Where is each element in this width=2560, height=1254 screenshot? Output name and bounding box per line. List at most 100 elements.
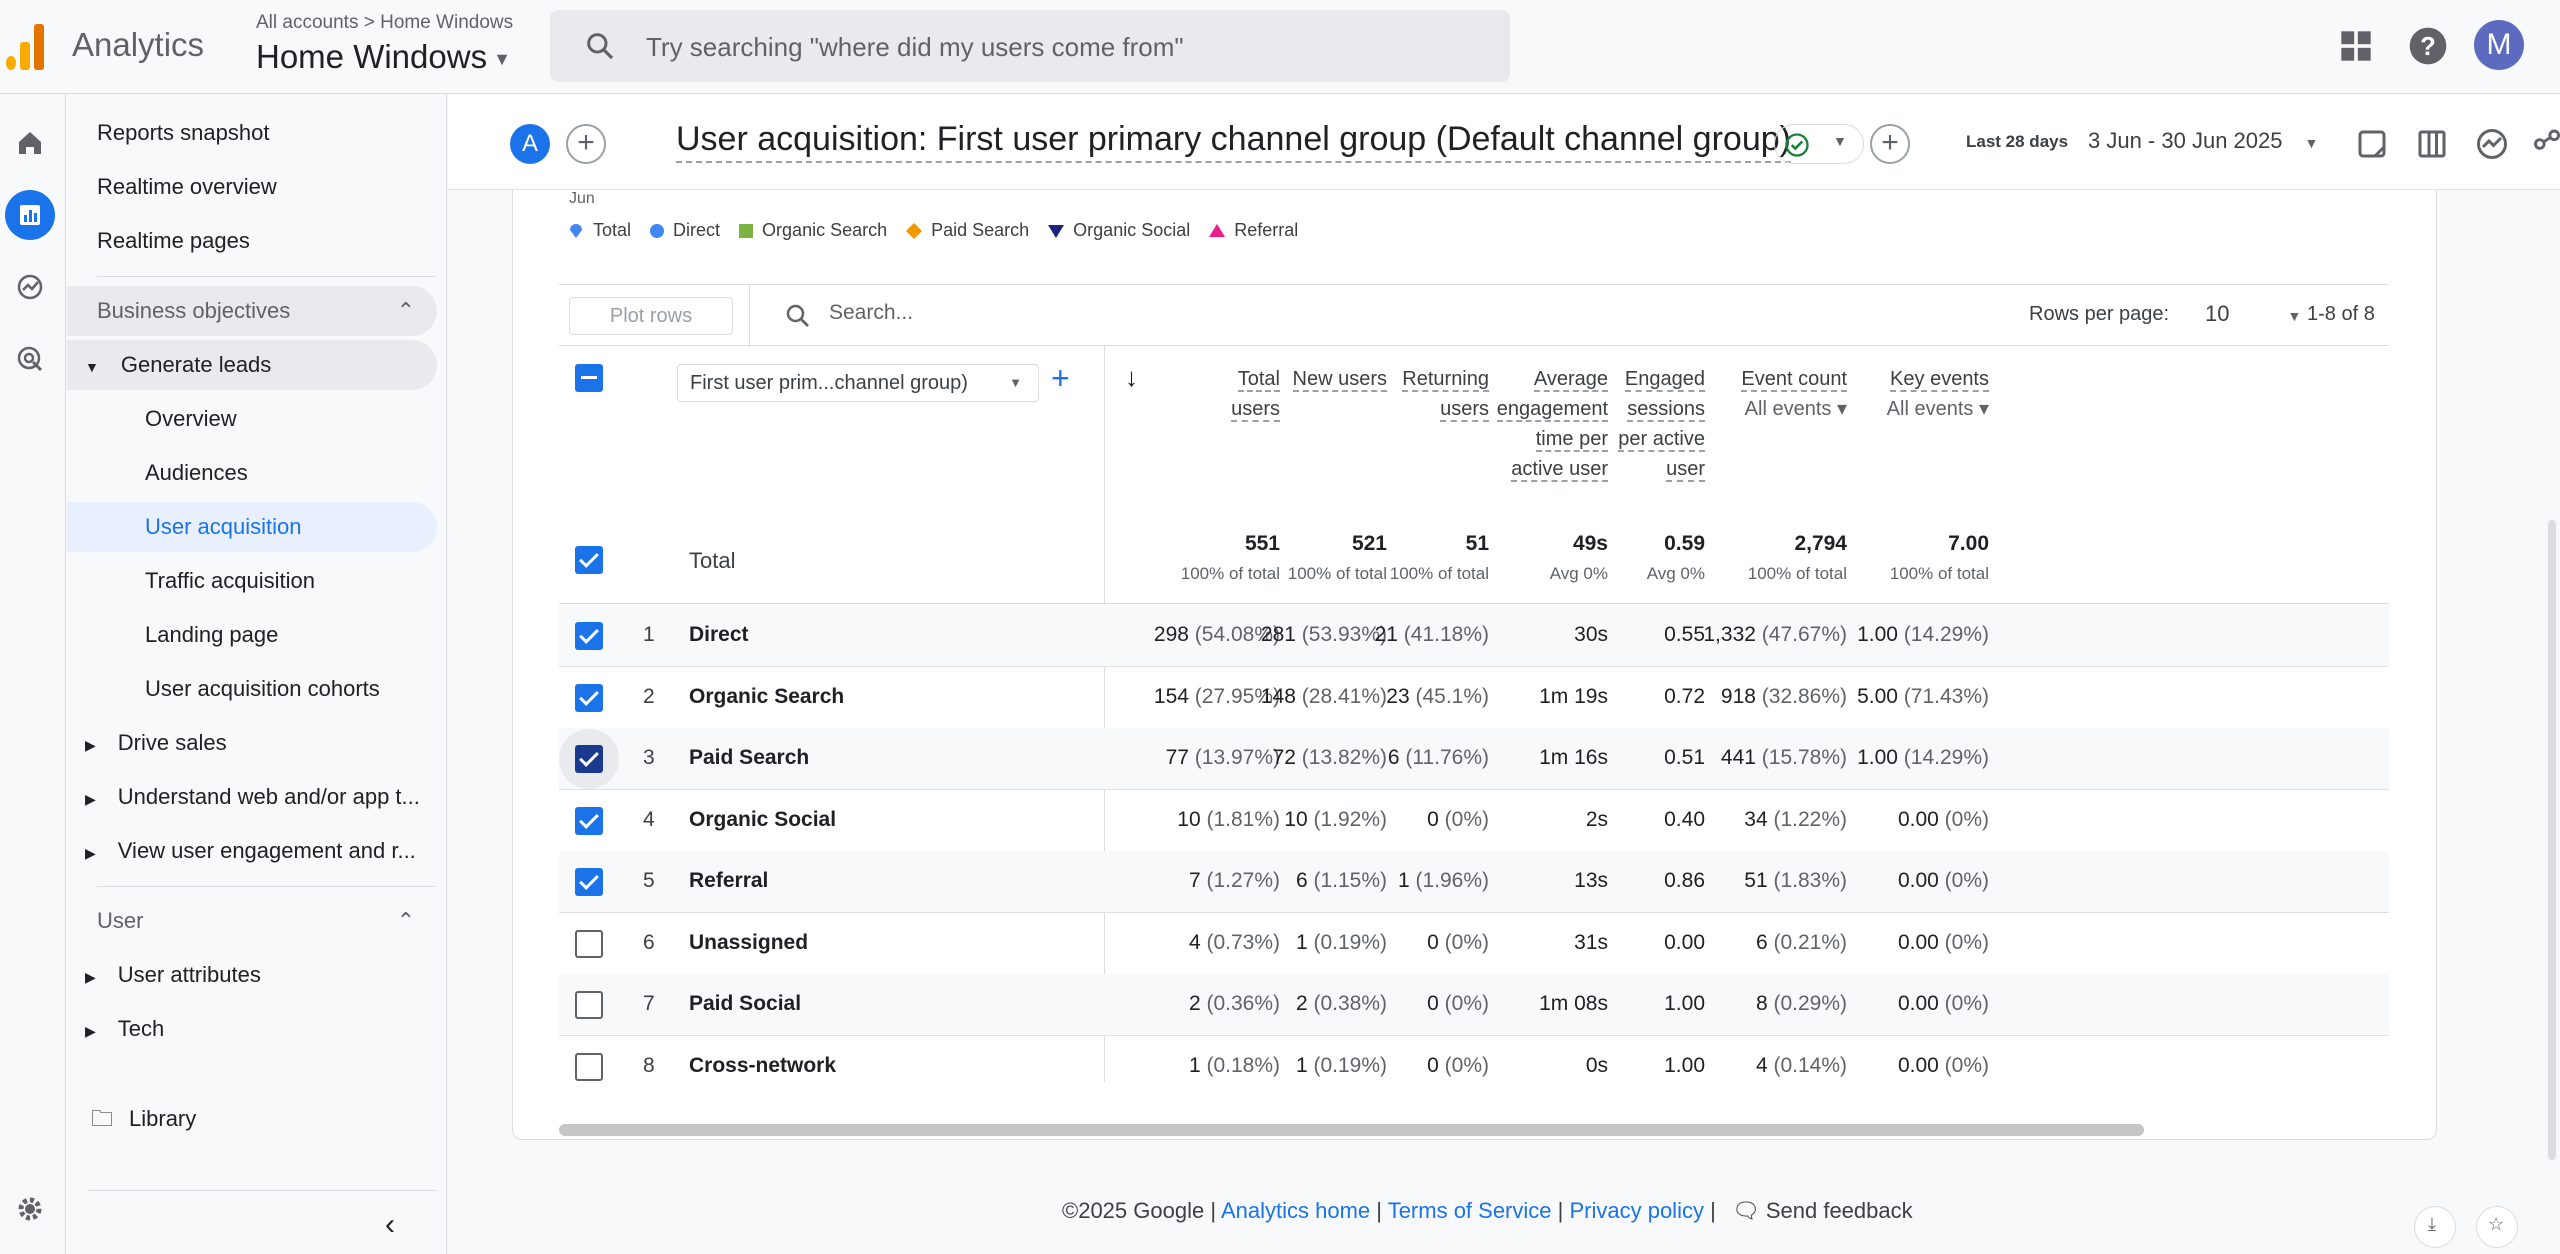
cell-percent: (13.97%) [1194, 746, 1280, 769]
table-row[interactable]: 1 Direct 298 (54.08%) 281 (53.93%) 21 (41.18… [559, 605, 2389, 667]
legend-item-paid-search[interactable]: Paid Search [905, 220, 1029, 241]
global-search[interactable]: Try searching "where did my users come f… [550, 10, 1510, 82]
column-header[interactable]: Event count All events ▾ [1741, 364, 1847, 424]
table-row[interactable]: 4 Organic Social 10 (1.81%) 10 (1.92%) 0 (0%… [559, 790, 2389, 852]
column-subheader[interactable]: All events ▾ [1887, 394, 1989, 424]
nav-overview[interactable]: Overview [145, 394, 237, 444]
apps-grid-icon[interactable] [2334, 24, 2378, 68]
edit-report-icon[interactable] [2354, 126, 2390, 162]
terms-link[interactable]: Terms of Service [1388, 1198, 1552, 1223]
dimension-selector[interactable]: First user prim...channel group) ▼ [677, 364, 1039, 402]
nav-audiences[interactable]: Audiences [145, 448, 248, 498]
nav-realtime-overview[interactable]: Realtime overview [97, 162, 277, 212]
table-row[interactable]: 7 Paid Social 2 (0.36%) 2 (0.38%) 0 (0%) 1m 0… [559, 974, 2389, 1036]
row-checkbox[interactable] [575, 683, 603, 712]
table-row[interactable]: 5 Referral 7 (1.27%) 6 (1.15%) 1 (1.96%) 13s 0… [559, 851, 2389, 913]
explore-icon[interactable] [5, 262, 55, 312]
nav-drive-sales[interactable]: ▶ Drive sales [85, 718, 227, 768]
legend-item-referral[interactable]: Referral [1208, 220, 1298, 241]
add-dimension-icon[interactable]: + [1051, 360, 1070, 397]
nav-section-business-objectives[interactable]: Business objectives ⌃ [67, 286, 437, 336]
column-header[interactable]: Key events All events ▾ [1887, 364, 1989, 424]
totals-checkbox[interactable] [575, 546, 603, 574]
avatar[interactable]: M [2474, 20, 2524, 70]
send-feedback-button[interactable]: 🗨 Send feedback [1722, 1198, 1913, 1223]
table-row[interactable]: 3 Paid Search 77 (13.97%) 72 (13.82%) 6 (11.… [559, 728, 2389, 790]
property-name: Home Windows [256, 38, 488, 75]
share-icon[interactable] [2534, 126, 2560, 162]
horizontal-scrollbar[interactable] [559, 1124, 2144, 1136]
cell-value: 8 [1755, 992, 1768, 1015]
legend-item-total[interactable]: Total [567, 220, 631, 241]
row-checkbox[interactable] [575, 1052, 603, 1081]
plot-rows-button[interactable]: Plot rows [569, 297, 733, 335]
nav-group-generate-leads[interactable]: ▼ Generate leads [67, 340, 437, 390]
row-label[interactable]: Organic Search [689, 685, 844, 709]
analytics-home-link[interactable]: Analytics home [1221, 1198, 1370, 1223]
row-label[interactable]: Cross-network [689, 1054, 836, 1078]
row-checkbox[interactable] [575, 929, 603, 958]
search-placeholder: Try searching "where did my users come f… [646, 32, 1184, 62]
row-checkbox[interactable] [575, 991, 603, 1019]
account-breadcrumb[interactable]: All accounts > Home Windows [256, 12, 513, 34]
date-range-picker[interactable]: 3 Jun - 30 Jun 2025 ▼ [2088, 128, 2318, 154]
reports-icon[interactable] [5, 190, 55, 240]
table-row[interactable]: 6 Unassigned 4 (0.73%) 1 (0.19%) 0 (0%) 31s 0.… [559, 913, 2389, 975]
sort-desc-arrow-icon[interactable]: ↓ [1125, 362, 1138, 393]
row-label[interactable]: Organic Social [689, 808, 836, 832]
nav-view-user-engagement[interactable]: ▶ View user engagement and r... [85, 826, 416, 876]
row-label[interactable]: Paid Search [689, 746, 809, 770]
insights-icon[interactable] [2474, 126, 2510, 162]
legend-item-organic-social[interactable]: Organic Social [1047, 220, 1190, 241]
column-header[interactable]: New users [1292, 364, 1387, 394]
nav-library[interactable]: 🗀 Library [91, 1094, 196, 1144]
nav-realtime-pages[interactable]: Realtime pages [97, 216, 250, 266]
column-header[interactable]: Engaged sessions per active user [1618, 364, 1705, 484]
property-selector[interactable]: Home Windows ▼ [256, 38, 511, 76]
nav-user-attributes[interactable]: ▶ User attributes [85, 950, 261, 1000]
select-all-checkbox[interactable] [575, 364, 603, 392]
download-icon[interactable]: ⤓ [2414, 1206, 2456, 1248]
star-icon[interactable]: ☆ [2476, 1206, 2518, 1248]
cell-percent: (14.29%) [1903, 746, 1989, 769]
analytics-logo[interactable] [6, 24, 46, 70]
comparison-a-chip[interactable]: A [510, 124, 550, 164]
row-checkbox[interactable] [575, 806, 603, 835]
collapse-nav-icon[interactable]: ‹ [385, 1208, 395, 1242]
nav-traffic-acquisition[interactable]: Traffic acquisition [145, 556, 315, 606]
row-checkbox[interactable] [575, 622, 603, 650]
advertising-icon[interactable] [5, 334, 55, 384]
column-subheader[interactable]: All events ▾ [1741, 394, 1847, 424]
help-icon[interactable]: ? [2406, 24, 2450, 68]
table-row[interactable]: 8 Cross-network 1 (0.18%) 1 (0.19%) 0 (0%) 0s… [559, 1036, 2389, 1083]
nav-user-acquisition-cohorts[interactable]: User acquisition cohorts [145, 664, 380, 714]
nav-tech[interactable]: ▶ Tech [85, 1004, 164, 1054]
compare-columns-icon[interactable] [2414, 126, 2450, 162]
legend-item-organic-search[interactable]: Organic Search [738, 220, 887, 241]
row-checkbox[interactable] [575, 745, 603, 773]
row-label[interactable]: Paid Social [689, 992, 801, 1016]
rows-per-page-select[interactable]: 10 ▼ [2205, 301, 2301, 327]
add-comparison-icon[interactable]: + [566, 124, 606, 164]
table-search-input[interactable]: Search... [829, 301, 913, 325]
column-header[interactable]: Average engagement time per active user [1496, 364, 1608, 484]
table-row[interactable]: 2 Organic Search 154 (27.95%) 148 (28.41%) 2… [559, 667, 2389, 729]
column-header[interactable]: Returning users [1402, 364, 1489, 424]
home-icon[interactable] [5, 118, 55, 168]
report-status-button[interactable]: ▼ [1774, 124, 1864, 164]
row-label[interactable]: Unassigned [689, 931, 808, 955]
row-label[interactable]: Direct [689, 623, 749, 647]
legend-item-direct[interactable]: Direct [649, 220, 720, 241]
settings-gear-icon[interactable] [5, 1184, 55, 1234]
nav-reports-snapshot[interactable]: Reports snapshot [97, 108, 269, 158]
nav-section-user[interactable]: User ⌃ [67, 896, 437, 946]
column-header[interactable]: Total users [1231, 364, 1280, 424]
add-report-icon[interactable]: + [1870, 124, 1910, 164]
nav-user-acquisition[interactable]: User acquisition [67, 502, 437, 552]
row-label[interactable]: Referral [689, 869, 768, 893]
row-checkbox[interactable] [575, 868, 603, 896]
nav-understand-web[interactable]: ▶ Understand web and/or app t... [85, 772, 420, 822]
nav-landing-page[interactable]: Landing page [145, 610, 278, 660]
privacy-link[interactable]: Privacy policy [1569, 1198, 1703, 1223]
vertical-scrollbar[interactable] [2548, 520, 2556, 1160]
